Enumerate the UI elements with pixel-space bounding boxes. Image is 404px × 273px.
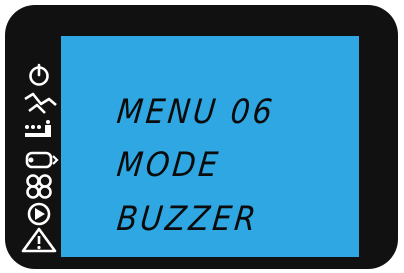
warning-icon: [19, 227, 59, 253]
power-icon: [19, 63, 59, 89]
bluetooth-connection-icon: [19, 119, 59, 145]
play-icon: [19, 201, 59, 227]
display-line-mode: MODE: [114, 146, 223, 186]
thermo-icon: [19, 147, 59, 173]
lcd-screen: MENU 06 MODE BUZZER: [61, 36, 359, 257]
display-line-menu: MENU 06: [114, 93, 277, 133]
status-icon-column: [19, 63, 59, 253]
lightning-icon: [19, 91, 59, 117]
display-line-buzzer: BUZZER: [114, 200, 261, 240]
fan-icon: [19, 173, 59, 199]
